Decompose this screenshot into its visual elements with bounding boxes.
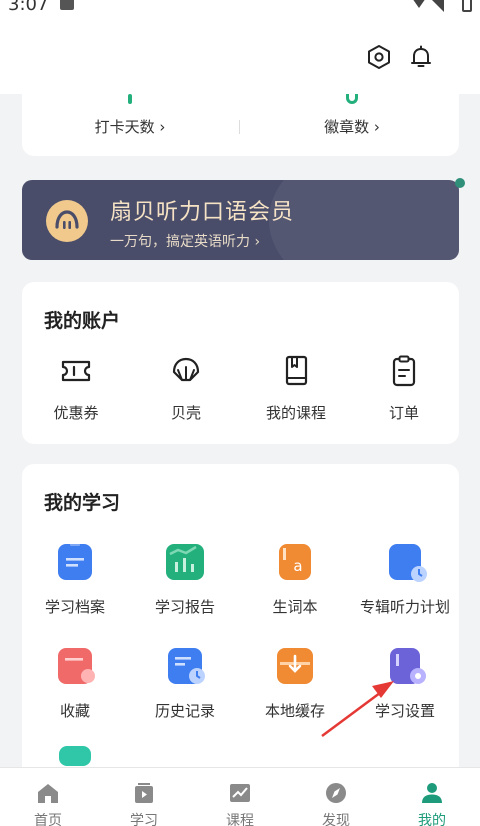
- study-archive-label: 学习档案: [44, 598, 105, 616]
- shanbay-logo-icon: [46, 200, 88, 242]
- nav-profile[interactable]: 我的: [384, 768, 480, 826]
- nav-discover-label: 发现: [322, 813, 350, 826]
- checkin-days-label: 打卡天数 ›: [94, 118, 166, 136]
- local-cache-icon: [277, 648, 313, 684]
- study-card: 我的学习 学习档案 学习报告 a 生词本 专辑听力计划 收藏 历史记录 本地缓存…: [22, 464, 459, 767]
- decoration-dot: [455, 178, 465, 188]
- coupon-label: 优惠券: [53, 404, 99, 422]
- study-settings-item[interactable]: 学习设置: [350, 648, 460, 721]
- discover-icon: [326, 783, 346, 803]
- listening-plan-icon: [389, 544, 427, 582]
- vocabulary-icon: a: [279, 544, 311, 580]
- study-title: 我的学习: [44, 492, 121, 514]
- orders-item[interactable]: 订单: [354, 354, 454, 423]
- stats-card: 打卡天数 › 徽章数 ›: [22, 94, 459, 156]
- my-courses-item[interactable]: 我的课程: [246, 354, 346, 423]
- clipboard-icon: [392, 355, 416, 387]
- top-header: [0, 22, 480, 94]
- notification-icon: [60, 0, 74, 10]
- nav-discover[interactable]: 发现: [288, 768, 384, 826]
- nav-profile-label: 我的: [418, 813, 446, 826]
- stats-divider: [239, 120, 240, 134]
- course-icon: [230, 784, 250, 802]
- history-icon: [168, 648, 205, 684]
- favorites-item[interactable]: 收藏: [20, 648, 130, 721]
- bottom-nav: 首页 学习 课程 发现 我的: [0, 767, 480, 826]
- vip-title: 扇贝听力口语会员: [110, 200, 295, 225]
- nav-home-label: 首页: [34, 813, 62, 826]
- account-title: 我的账户: [44, 310, 121, 332]
- badges-value-mark: [346, 94, 358, 104]
- wifi-icon: [413, 0, 444, 12]
- local-cache-label: 本地缓存: [264, 702, 325, 720]
- listening-plan-label: 专辑听力计划: [359, 598, 450, 616]
- study-settings-label: 学习设置: [374, 702, 435, 720]
- profile-icon: [422, 783, 442, 803]
- study-report-icon: [166, 544, 204, 580]
- home-icon: [38, 784, 58, 803]
- battery-icon: [462, 0, 472, 12]
- favorites-icon: [58, 648, 95, 684]
- favorites-label: 收藏: [59, 702, 90, 720]
- nav-study[interactable]: 学习: [96, 768, 192, 826]
- checkin-days-stat[interactable]: 打卡天数 ›: [40, 94, 220, 156]
- study-icon: [135, 783, 153, 803]
- badges-stat[interactable]: 徽章数 ›: [262, 94, 442, 156]
- shell-label: 贝壳: [170, 404, 201, 422]
- shell-item[interactable]: 贝壳: [136, 354, 236, 423]
- status-time: 3:07: [8, 0, 49, 15]
- my-courses-label: 我的课程: [265, 404, 326, 422]
- study-report-item[interactable]: 学习报告: [130, 544, 240, 617]
- history-label: 历史记录: [154, 702, 215, 720]
- coupon-item[interactable]: 优惠券: [26, 354, 126, 423]
- more-study-icon: [59, 746, 91, 766]
- more-study-item[interactable]: [20, 746, 130, 767]
- study-archive-icon: [58, 544, 92, 580]
- orders-label: 订单: [388, 404, 419, 422]
- settings-hexagon-icon[interactable]: [362, 40, 396, 74]
- history-item[interactable]: 历史记录: [130, 648, 240, 721]
- vip-banner[interactable]: 扇贝听力口语会员 一万句，搞定英语听力 ›: [22, 180, 459, 260]
- coupon-icon: [61, 360, 91, 382]
- listening-plan-item[interactable]: 专辑听力计划: [350, 544, 460, 617]
- local-cache-item[interactable]: 本地缓存: [240, 648, 350, 721]
- study-report-label: 学习报告: [154, 598, 215, 616]
- study-settings-icon: [390, 648, 426, 684]
- nav-home[interactable]: 首页: [0, 768, 96, 826]
- status-bar: 3:07: [0, 0, 480, 22]
- book-icon: [285, 355, 308, 386]
- nav-course-label: 课程: [226, 813, 254, 826]
- vocabulary-label: 生词本: [272, 598, 318, 616]
- nav-study-label: 学习: [130, 813, 158, 826]
- study-archive-item[interactable]: 学习档案: [20, 544, 130, 617]
- bell-icon[interactable]: [404, 40, 438, 74]
- shell-icon: [172, 357, 200, 382]
- checkin-days-value-mark: [128, 94, 132, 104]
- badges-label: 徽章数 ›: [324, 118, 380, 136]
- vip-subtitle: 一万句，搞定英语听力 ›: [110, 234, 261, 250]
- svg-text:a: a: [293, 557, 302, 575]
- vocabulary-item[interactable]: a 生词本: [240, 544, 350, 617]
- account-card: 我的账户 优惠券 贝壳 我的课程 订单: [22, 282, 459, 444]
- nav-course[interactable]: 课程: [192, 768, 288, 826]
